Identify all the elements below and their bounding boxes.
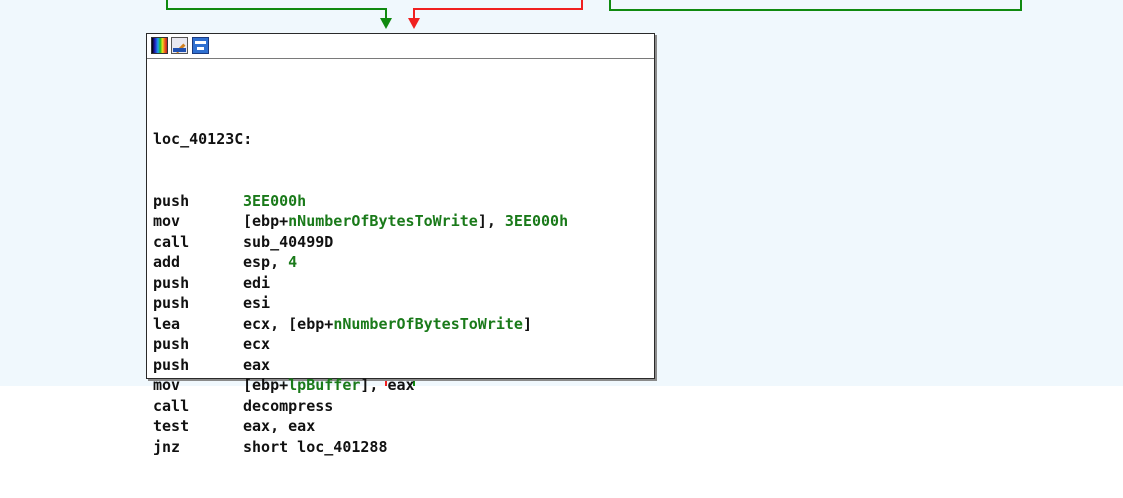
operand-symbol[interactable]: 3EE000h	[243, 192, 306, 210]
instruction-mnemonic: add	[153, 253, 181, 271]
instruction-line[interactable]: push ecx	[153, 334, 568, 355]
operand-text: [ebp+	[243, 376, 289, 394]
instruction-line[interactable]: test eax, eax	[153, 416, 568, 437]
instruction-mnemonic: jnz	[153, 437, 181, 456]
block-label[interactable]: loc_40123C:	[153, 129, 568, 150]
operand-text: eax	[243, 355, 271, 374]
instruction-mnemonic: push	[153, 355, 190, 374]
instruction-mnemonic: push	[153, 191, 190, 210]
instruction-operands: esi	[243, 294, 270, 312]
edge-other-right-vertical	[1020, 0, 1022, 11]
instruction-line[interactable]: call decompress	[153, 396, 568, 417]
instruction-mnemonic: push	[153, 273, 190, 292]
operand-text: ],	[477, 212, 505, 230]
operand-text: short loc_401288	[243, 437, 388, 456]
instruction-mnemonic: push	[153, 335, 190, 353]
color-palette-icon[interactable]	[151, 37, 168, 54]
operand-text: eax, eax	[243, 417, 316, 435]
instruction-operands: [ebp+lpBuffer], eax	[243, 376, 415, 394]
edge-other-left-vertical	[609, 0, 611, 11]
instruction-line[interactable]: push edi	[153, 273, 568, 294]
node-toolbar	[147, 34, 654, 59]
operand-symbol[interactable]: nNumberOfBytesToWrite	[288, 212, 478, 230]
arrow-down-icon	[380, 18, 392, 29]
edit-node-icon[interactable]	[171, 37, 188, 54]
instruction-operands: eax, eax	[243, 417, 315, 435]
operand-text: ecx, [ebp+	[243, 314, 334, 333]
instruction-mnemonic: push	[153, 294, 190, 312]
operand-symbol[interactable]: 4	[288, 253, 297, 271]
operand-text: ecx	[243, 335, 271, 353]
operand-text: edi	[243, 273, 271, 292]
operand-text: [ebp+	[243, 212, 289, 230]
instruction-line[interactable]: add esp, 4	[153, 252, 568, 273]
instruction-mnemonic: mov	[153, 212, 181, 230]
graph-canvas[interactable]: loc_40123C: push 3EE000h mov [ebp+nNumberOf…	[0, 0, 1123, 456]
operand-text: ], eax	[360, 376, 415, 394]
instruction-line[interactable]: mov [ebp+nNumberOfBytesToWrite], 3EE000h	[153, 211, 568, 232]
instruction-operands: edi	[243, 274, 270, 292]
instruction-operands: ecx, [ebp+nNumberOfBytesToWrite]	[243, 315, 532, 333]
operand-text: sub_40499D	[243, 232, 334, 251]
instruction-line[interactable]: lea ecx, [ebp+nNumberOfBytesToWrite]	[153, 314, 568, 335]
arrow-down-icon	[408, 18, 420, 29]
operand-symbol[interactable]: lpBuffer	[288, 376, 360, 394]
instruction-line[interactable]: push eax	[153, 355, 568, 376]
instruction-operands: sub_40499D	[243, 233, 333, 251]
edge-false-right-vertical	[581, 0, 583, 10]
instruction-operands: eax	[243, 356, 270, 374]
edge-true-left-horizontal	[166, 8, 386, 10]
instruction-operands: decompress	[243, 397, 333, 415]
instruction-line[interactable]: jnz short loc_401288	[153, 437, 568, 458]
instruction-mnemonic: call	[153, 396, 190, 415]
operand-text: ]	[522, 314, 532, 333]
edge-other-horizontal	[609, 9, 1022, 11]
operand-text: esi	[243, 294, 271, 312]
operand-text: esp,	[243, 253, 289, 271]
instruction-operands: 3EE000h	[243, 192, 306, 210]
instruction-mnemonic: lea	[153, 314, 181, 333]
operand-symbol[interactable]: nNumberOfBytesToWrite	[333, 315, 523, 333]
instruction-mnemonic: call	[153, 232, 190, 251]
instruction-line[interactable]: call sub_40499D	[153, 232, 568, 253]
instruction-operands: [ebp+nNumberOfBytesToWrite], 3EE000h	[243, 212, 568, 230]
instruction-operands: short loc_401288	[243, 438, 388, 456]
operand-text: decompress	[243, 396, 334, 415]
disassembly-listing: loc_40123C: push 3EE000h mov [ebp+nNumberOf…	[153, 88, 568, 498]
instruction-mnemonic: test	[153, 417, 190, 435]
edge-true-left-vertical	[166, 0, 168, 10]
graph-view-icon[interactable]	[192, 37, 209, 54]
instruction-operands: ecx	[243, 335, 270, 353]
operand-symbol[interactable]: 3EE000h	[505, 212, 568, 230]
instruction-line[interactable]: mov [ebp+lpBuffer], eax	[153, 375, 568, 396]
edge-false-horizontal	[413, 8, 583, 10]
basic-block-node[interactable]: loc_40123C: push 3EE000h mov [ebp+nNumberOf…	[146, 33, 655, 456]
instruction-mnemonic: mov	[153, 376, 181, 394]
instruction-operands: esp, 4	[243, 253, 297, 271]
instruction-line[interactable]: push 3EE000h	[153, 191, 568, 212]
instruction-line[interactable]: push esi	[153, 293, 568, 314]
